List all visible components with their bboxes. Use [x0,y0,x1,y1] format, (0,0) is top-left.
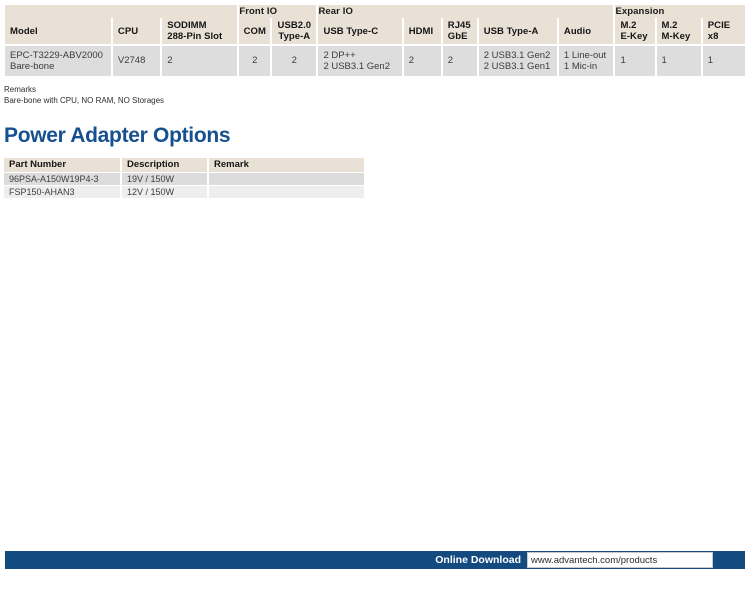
column-header-pcie-line2: x8 [707,31,719,42]
cell-description: 12V / 150W [122,185,209,198]
cell-description: 19V / 150W [122,172,209,185]
column-header-sodimm-line1: SODIMM [167,20,207,31]
column-header-m2-ekey-line1: M.2 [620,20,637,31]
cell-usb20-type-a: 2 [272,44,319,76]
online-download-label: Online Download [435,554,521,566]
column-header-sodimm: SODIMM 288-Pin Slot [162,18,240,44]
footer-url-text[interactable]: www.advantech.com/products [531,553,657,569]
table-row: 96PSA-A150W19P4-3 19V / 150W [4,172,364,185]
column-header-usb20-type-a: USB2.0 Type-A [272,18,319,44]
cell-part-number: FSP150-AHAN3 [4,185,122,198]
column-header-m2-ekey: M.2 E-Key [615,18,657,44]
column-header-pcie-line1: PCIE [707,20,731,31]
column-header-pcie-x8: PCIE x8 [702,18,745,44]
cell-model-line2: Bare-bone [10,61,55,72]
cell-usb-type-c-line1: 2 DP++ [323,49,356,61]
power-adapter-table: Part Number Description Remark 96PSA-A15… [4,158,364,198]
column-header-cpu: CPU [112,18,163,44]
cell-usb-type-c-line2: 2 USB3.1 Gen2 [323,61,390,72]
table-row: FSP150-AHAN3 12V / 150W [4,185,364,198]
power-adapter-table-container: Part Number Description Remark 96PSA-A15… [4,158,364,198]
column-header-rj45-gbe: RJ45 GbE [442,18,479,44]
column-header-usb-type-c: USB Type-C [318,18,404,44]
column-header-com: COM [239,18,273,44]
cell-usb-type-a-line1: 2 USB3.1 Gen2 [483,49,551,61]
column-header-m2-mkey-line1: M.2 [661,20,678,31]
column-header-m2-mkey: M.2 M-Key [656,18,703,44]
cell-usb-type-a: 2 USB3.1 Gen2 2 USB3.1 Gen1 [478,44,559,76]
cell-pcie-x8: 1 [702,44,745,76]
table-row: EPC-T3229-ABV2000 Bare-bone V2748 2 2 2 … [5,44,745,76]
specifications-table-container: Front IO Rear IO Expansion Model CPU SOD… [5,5,745,76]
column-header-m2-mkey-line2: M-Key [661,31,691,42]
column-header-part-number: Part Number [4,158,122,172]
table-group-header-row: Front IO Rear IO Expansion [5,5,745,18]
column-header-description: Description [122,158,209,172]
footer-url-box[interactable]: www.advantech.com/products [527,552,713,568]
page-title: Power Adapter Options [4,124,231,147]
group-header-expansion: Expansion [615,5,745,18]
cell-model-line1: EPC-T3229-ABV2000 [10,49,103,61]
cell-usb-type-a-line2: 2 USB3.1 Gen1 [483,61,551,72]
cell-model: EPC-T3229-ABV2000 Bare-bone [5,44,113,76]
column-header-hdmi: HDMI [403,18,443,44]
remarks-title: Remarks [4,85,37,94]
column-header-remark: Remark [209,158,364,172]
group-header-front-io: Front IO [239,5,319,18]
column-header-m2-ekey-line2: E-Key [620,31,648,42]
column-header-usb20-line2: Type-A [278,31,311,42]
remarks-block: Remarks Bare-bone with CPU, NO RAM, NO S… [4,85,164,106]
footer-label-container: Online Download [380,551,525,569]
cell-com: 2 [239,44,273,76]
power-adapter-header-row: Part Number Description Remark [4,158,364,172]
cell-hdmi: 2 [403,44,443,76]
table-column-header-row: Model CPU SODIMM 288-Pin Slot COM USB2.0… [5,18,745,44]
cell-remark [209,172,364,185]
cell-sodimm: 2 [162,44,240,76]
column-header-audio: Audio [558,18,616,44]
cell-remark [209,185,364,198]
cell-rj45-gbe: 2 [442,44,479,76]
cell-m2-mkey: 1 [656,44,703,76]
column-header-model: Model [5,18,113,44]
cell-cpu: V2748 [112,44,163,76]
cell-usb-type-c: 2 DP++ 2 USB3.1 Gen2 [318,44,404,76]
column-header-usb20-line1: USB2.0 [277,20,312,31]
cell-audio: 1 Line-out 1 Mic-in [558,44,616,76]
cell-audio-line2: 1 Mic-in [563,61,598,72]
cell-part-number: 96PSA-A150W19P4-3 [4,172,122,185]
column-header-usb-type-a: USB Type-A [478,18,559,44]
cell-audio-line1: 1 Line-out [563,49,607,61]
group-header-rear-io: Rear IO [318,5,616,18]
specifications-table: Front IO Rear IO Expansion Model CPU SOD… [5,5,745,76]
group-header-blank [5,5,240,18]
column-header-sodimm-line2: 288-Pin Slot [167,31,223,42]
column-header-rj45-line1: RJ45 [447,20,471,31]
cell-m2-ekey: 1 [615,44,657,76]
column-header-rj45-line2: GbE [447,31,468,42]
remarks-text: Bare-bone with CPU, NO RAM, NO Storages [4,95,165,105]
